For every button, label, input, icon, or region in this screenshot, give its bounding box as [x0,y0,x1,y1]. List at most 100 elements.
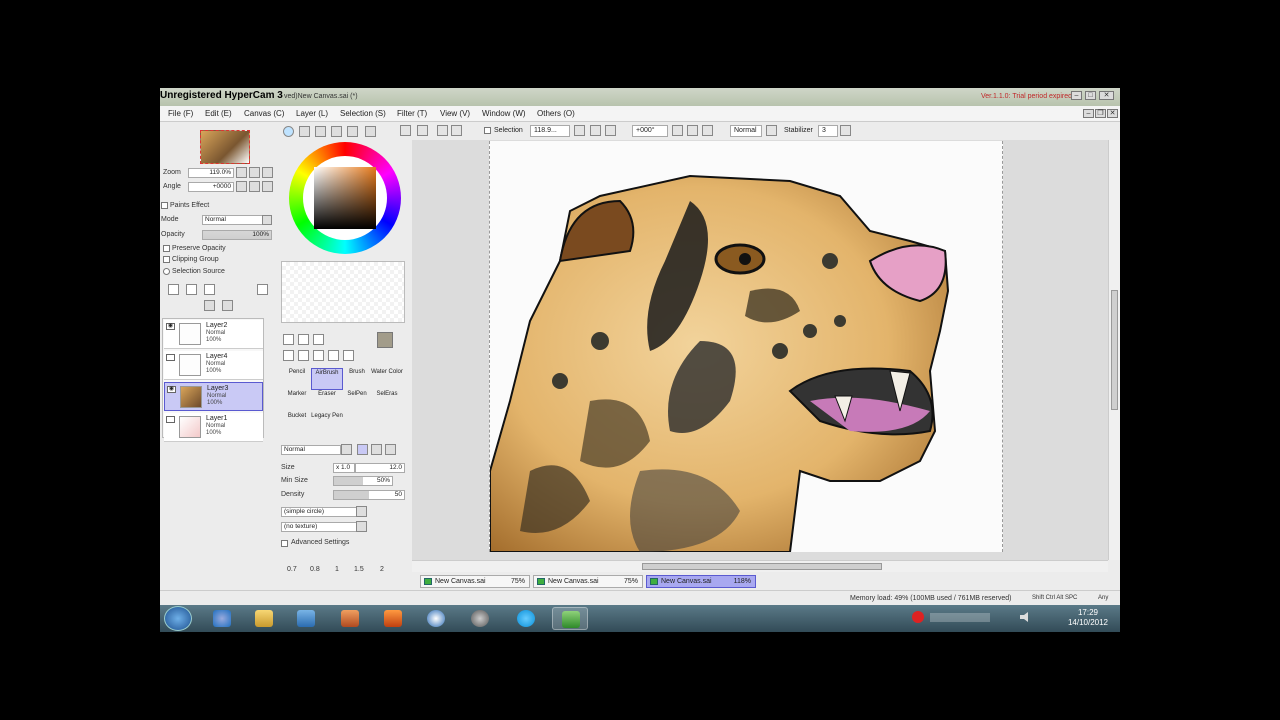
new-layer-button[interactable] [168,284,179,295]
taskbar-clock[interactable]: 17:29 14/10/2012 [1068,608,1108,628]
brush-shape-dropdown[interactable] [356,506,367,517]
brush-shape-soft-icon[interactable] [385,444,396,455]
deselect-button[interactable] [437,125,448,136]
taskbar-sai[interactable] [552,607,588,630]
taskbar-skype[interactable] [508,607,544,630]
new-linework-layer-button[interactable] [186,284,197,295]
magic-wand-icon[interactable] [313,334,324,345]
visibility-eye-icon[interactable]: ◉ [167,386,176,393]
brush-shape-select[interactable]: (simple circle) [281,507,359,517]
preset-size[interactable]: 0.7 [287,566,297,573]
stabilizer-select[interactable]: 3 [818,125,838,137]
zoom-reset-button[interactable] [605,125,616,136]
close-button[interactable]: ✕ [1099,91,1114,100]
preserve-opacity-checkbox[interactable] [163,245,170,252]
rgb-slider-tab-icon[interactable] [299,126,310,137]
nav-zoom-field[interactable]: 119.0% [188,168,234,178]
preset-size[interactable]: 0.8 [310,566,320,573]
preset-size[interactable]: 2 [380,566,384,573]
taskbar-app7[interactable] [462,607,498,630]
rotate-reset-button[interactable] [702,125,713,136]
min-size-slider[interactable]: 50% [333,476,393,486]
mode-dropdown-button[interactable] [262,215,272,225]
invert-selection-button[interactable] [451,125,462,136]
menu-selection[interactable]: Selection (S) [340,109,386,118]
menu-window[interactable]: Window (W) [482,109,526,118]
tool-airbrush[interactable]: AirBrush [311,368,343,390]
selection-checkbox[interactable] [484,127,491,134]
rect-select-icon[interactable] [283,334,294,345]
visibility-eye-icon[interactable]: ◉ [166,323,175,330]
brush-shape-medium-icon[interactable] [371,444,382,455]
scratchpad[interactable] [281,261,405,323]
minimize-button[interactable]: – [1071,91,1082,100]
hand-tool-icon[interactable] [328,350,339,361]
nav-zoom-in-button[interactable] [249,167,260,178]
tool-pencil[interactable]: Pencil [281,368,313,390]
menu-edit[interactable]: Edit (E) [205,109,232,118]
visibility-eye-icon[interactable] [166,416,175,423]
layer-row-layer4[interactable]: Layer4 Normal 100% [164,351,263,380]
zoom-field[interactable]: 118.9... [530,125,570,137]
nav-zoom-out-button[interactable] [236,167,247,178]
layer-mask-button[interactable] [257,284,268,295]
nav-zoom-reset-button[interactable] [262,167,273,178]
rotate-left-button[interactable] [672,125,683,136]
zoom-tool-icon[interactable] [298,350,309,361]
start-button[interactable] [164,606,192,631]
preset-size[interactable]: 1.5 [354,566,364,573]
hsv-slider-tab-icon[interactable] [315,126,326,137]
vertical-scrollbar[interactable] [1108,140,1120,560]
mdi-close-button[interactable]: ✕ [1107,109,1118,118]
canvas-tab[interactable]: New Canvas.sai 75% [420,575,530,588]
size-multiplier-field[interactable]: x 1.0 [333,463,355,473]
taskbar-app4[interactable] [332,607,368,630]
mdi-minimize-button[interactable]: – [1083,109,1094,118]
move-icon[interactable] [283,350,294,361]
menu-others[interactable]: Others (O) [537,109,575,118]
zoom-in-button[interactable] [590,125,601,136]
opacity-slider[interactable]: 100% [202,230,272,240]
delete-layer-icon[interactable] [222,300,233,311]
flip-button[interactable] [766,125,777,136]
brush-blend-select[interactable]: Normal [281,445,341,455]
nav-rotate-left-button[interactable] [236,181,247,192]
system-tray-icons[interactable] [930,613,990,622]
primary-color-swatch[interactable] [377,332,393,348]
zoom-out-button[interactable] [574,125,585,136]
brush-texture-select[interactable]: (no texture) [281,522,359,532]
tool-water-color[interactable]: Water Color [371,368,403,390]
layer-row-layer3[interactable]: ◉ Layer3 Normal 100% [164,382,263,411]
tool-bucket[interactable]: Bucket [281,412,313,434]
navigator-thumbnail[interactable] [200,130,250,164]
tool-seleras[interactable]: SelEras [371,390,403,412]
blend-mode-select[interactable]: Normal [730,125,762,137]
density-slider[interactable]: 50 [333,490,405,500]
menu-canvas[interactable]: Canvas (C) [244,109,284,118]
lasso-icon[interactable] [298,334,309,345]
layer-mode-select[interactable]: Normal [202,215,264,225]
swatches-tab-icon[interactable] [331,126,342,137]
stabilizer-dropdown-button[interactable] [840,125,851,136]
nav-rotate-right-button[interactable] [249,181,260,192]
horizontal-scrollbar[interactable] [412,560,1108,572]
taskbar-explorer[interactable] [246,607,282,630]
brush-blend-dropdown[interactable] [341,444,352,455]
tool-selpen[interactable]: SelPen [341,390,373,412]
brush-texture-dropdown[interactable] [356,521,367,532]
scratchpad-tab-icon[interactable] [365,126,376,137]
new-folder-button[interactable] [204,284,215,295]
volume-icon[interactable] [1020,612,1028,622]
mdi-restore-button[interactable]: ❐ [1095,109,1106,118]
redo-button[interactable] [417,125,428,136]
rotate-right-button[interactable] [687,125,698,136]
nav-angle-field[interactable]: +0000 [188,182,234,192]
clipping-group-checkbox[interactable] [163,256,170,263]
rotate-tool-icon[interactable] [313,350,324,361]
tool-eraser[interactable]: Eraser [311,390,343,412]
drawing-canvas[interactable] [489,141,1003,553]
color-wheel-tab-icon[interactable] [283,126,294,137]
eyedropper-icon[interactable] [343,350,354,361]
size-slider[interactable]: 12.0 [355,463,405,473]
selection-source-checkbox[interactable] [163,268,170,275]
